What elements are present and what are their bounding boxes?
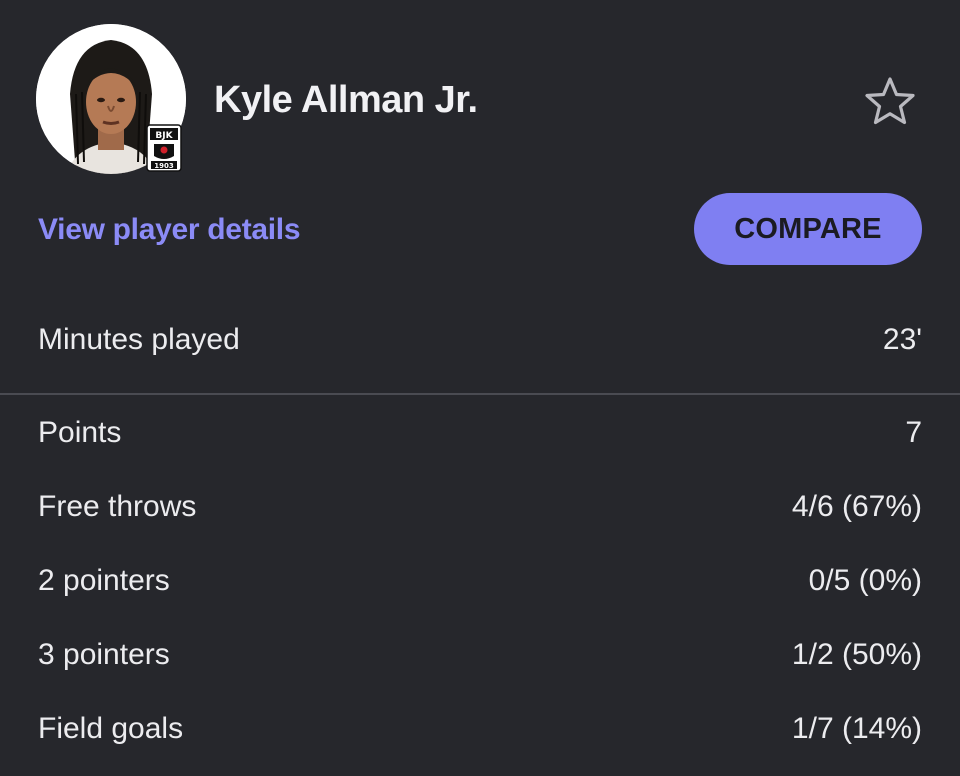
stat-label: Field goals: [38, 712, 184, 745]
stat-label: Points: [38, 416, 122, 449]
stat-row-free-throws: Free throws 4/6 (67%): [38, 485, 922, 529]
stat-row-3-pointers: 3 pointers 1/2 (50%): [38, 633, 922, 677]
stat-label: Minutes played: [38, 323, 240, 356]
stat-row-2-pointers: 2 pointers 0/5 (0%): [38, 559, 922, 603]
stat-value: 7: [905, 416, 922, 449]
view-player-details-link[interactable]: View player details: [38, 210, 301, 250]
player-name: Kyle Allman Jr.: [214, 79, 478, 121]
stat-value: 23': [882, 323, 922, 356]
stat-value: 0/5 (0%): [808, 564, 922, 597]
stat-value: 1/2 (50%): [791, 638, 922, 671]
stat-label: 3 pointers: [38, 638, 170, 671]
stat-label: 2 pointers: [38, 564, 170, 597]
compare-button[interactable]: COMPARE: [694, 193, 922, 265]
divider: [0, 393, 960, 395]
stat-value: 4/6 (67%): [791, 490, 922, 523]
minutes-played-row: Minutes played 23': [38, 318, 922, 362]
svg-text:1903: 1903: [154, 162, 174, 170]
stat-row-field-goals: Field goals 1/7 (14%): [38, 707, 922, 751]
player-header: BJK 1903 Kyle Allman Jr.: [0, 0, 960, 190]
star-outline-icon[interactable]: [864, 76, 916, 126]
stat-row-points: Points 7: [38, 411, 922, 455]
stat-label: Free throws: [38, 490, 197, 523]
team-badge-icon: BJK 1903: [146, 124, 182, 172]
svg-text:BJK: BJK: [155, 131, 173, 141]
stat-value: 1/7 (14%): [791, 712, 922, 745]
